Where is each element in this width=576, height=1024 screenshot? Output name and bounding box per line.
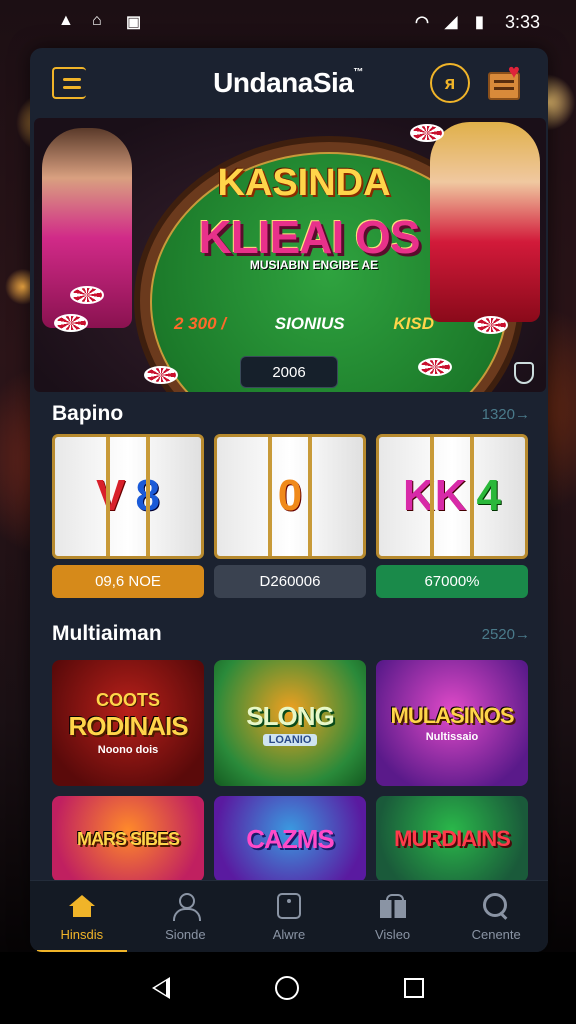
nav-item-gifts[interactable]: Visleo (348, 881, 438, 953)
chip-icon (54, 314, 88, 332)
chip-icon (474, 316, 508, 334)
hero-subtitle: MUSIABIN ENGIBE AE (249, 258, 379, 272)
square-icon (274, 891, 304, 921)
recents-icon[interactable] (403, 978, 424, 998)
chip-icon (70, 286, 104, 304)
slot-reel: KK 4 (376, 434, 528, 559)
app-title: UndanaSia™ (213, 67, 363, 98)
status-bar: ▲ ⌂ ▣ ◠ ◢ ▮ 3:33 (0, 0, 576, 44)
menu-button[interactable] (52, 67, 86, 99)
slot-value: 67000% (376, 564, 528, 598)
section-header-bapino: Bapino 1320→ (52, 402, 530, 426)
chip-icon (410, 124, 444, 142)
game-tile[interactable]: MARS SIBES (52, 796, 204, 882)
app-icon: ⌂ (92, 12, 102, 29)
chip-icon (144, 366, 178, 384)
games-grid: COOTS RODINAIS Noono dois SLONG LOANIO M… (52, 660, 528, 882)
hero-badge-button[interactable]: 2006 (240, 356, 338, 388)
signal-icon: ◢ (444, 14, 458, 31)
slot-card[interactable]: V 8 09,6 NOE (52, 434, 204, 598)
system-navigation-bar (0, 952, 576, 1024)
hero-banner[interactable]: KASINDA KLIEAI OS MUSIABIN ENGIBE AE 2 3… (34, 118, 546, 392)
app-window: UndanaSia™ ᴙ ♥ KASINDA KLIEAI OS MUSIABI… (30, 48, 548, 952)
search-icon (481, 891, 511, 921)
heart-icon: ♥ (507, 61, 520, 83)
game-tile[interactable]: COOTS RODINAIS Noono dois (52, 660, 204, 786)
hero-title-top: KASINDA (217, 162, 391, 204)
slot-reel: 0 (214, 434, 366, 559)
slot-value: D260006 (214, 564, 366, 598)
user-icon: ᴙ (444, 72, 456, 93)
battery-icon: ▮ (474, 14, 484, 31)
nav-item-profile[interactable]: Sionde (140, 881, 230, 953)
app-header: UndanaSia™ ᴙ ♥ (30, 48, 548, 118)
slot-row: V 8 09,6 NOE 0 D260006 KK 4 67000% (52, 434, 528, 598)
slot-card[interactable]: 0 D260006 (214, 434, 366, 598)
notification-icon: ▣ (126, 14, 142, 31)
home-circle-icon[interactable] (274, 976, 299, 1000)
game-tile[interactable]: MULASINOS Nultissaio (376, 660, 528, 786)
game-tile[interactable]: CAZMS (214, 796, 366, 882)
shield-icon[interactable] (514, 362, 534, 384)
section-title: Multiaiman (52, 622, 162, 645)
nav-item-alwre[interactable]: Alwre (244, 881, 334, 953)
wifi-icon: ◠ (414, 14, 429, 31)
section-header-multiaiman: Multiaiman 2520→ (52, 622, 530, 646)
hero-stats: 2 300 / SIONIUS KISD (174, 314, 434, 333)
see-all-link[interactable]: 1320→ (482, 406, 530, 423)
user-profile-button[interactable]: ᴙ (429, 63, 470, 103)
nav-item-search[interactable]: Cenente (451, 881, 541, 953)
section-title: Bapino (52, 402, 124, 425)
nav-item-home[interactable]: Hinsdis (36, 881, 127, 952)
slot-value: 09,6 NOE (52, 564, 204, 598)
see-all-link[interactable]: 2520→ (482, 626, 530, 643)
game-tile[interactable]: SLONG LOANIO (214, 660, 366, 786)
chip-icon (418, 358, 452, 376)
cart-button[interactable]: ♥ (484, 62, 530, 104)
user-icon (170, 891, 202, 921)
gift-icon (378, 891, 408, 921)
game-tile[interactable]: MURDIAINS (376, 796, 528, 882)
slot-reel: V 8 (52, 434, 204, 559)
slot-card[interactable]: KK 4 67000% (376, 434, 528, 598)
back-icon[interactable] (152, 977, 171, 999)
hero-title-main: KLIEAI OS (198, 211, 420, 263)
home-icon (67, 891, 97, 921)
bottom-nav: Hinsdis Sionde Alwre Visleo Cenente (30, 880, 548, 952)
status-time: 3:33 (504, 11, 540, 32)
warning-icon: ▲ (58, 12, 74, 29)
